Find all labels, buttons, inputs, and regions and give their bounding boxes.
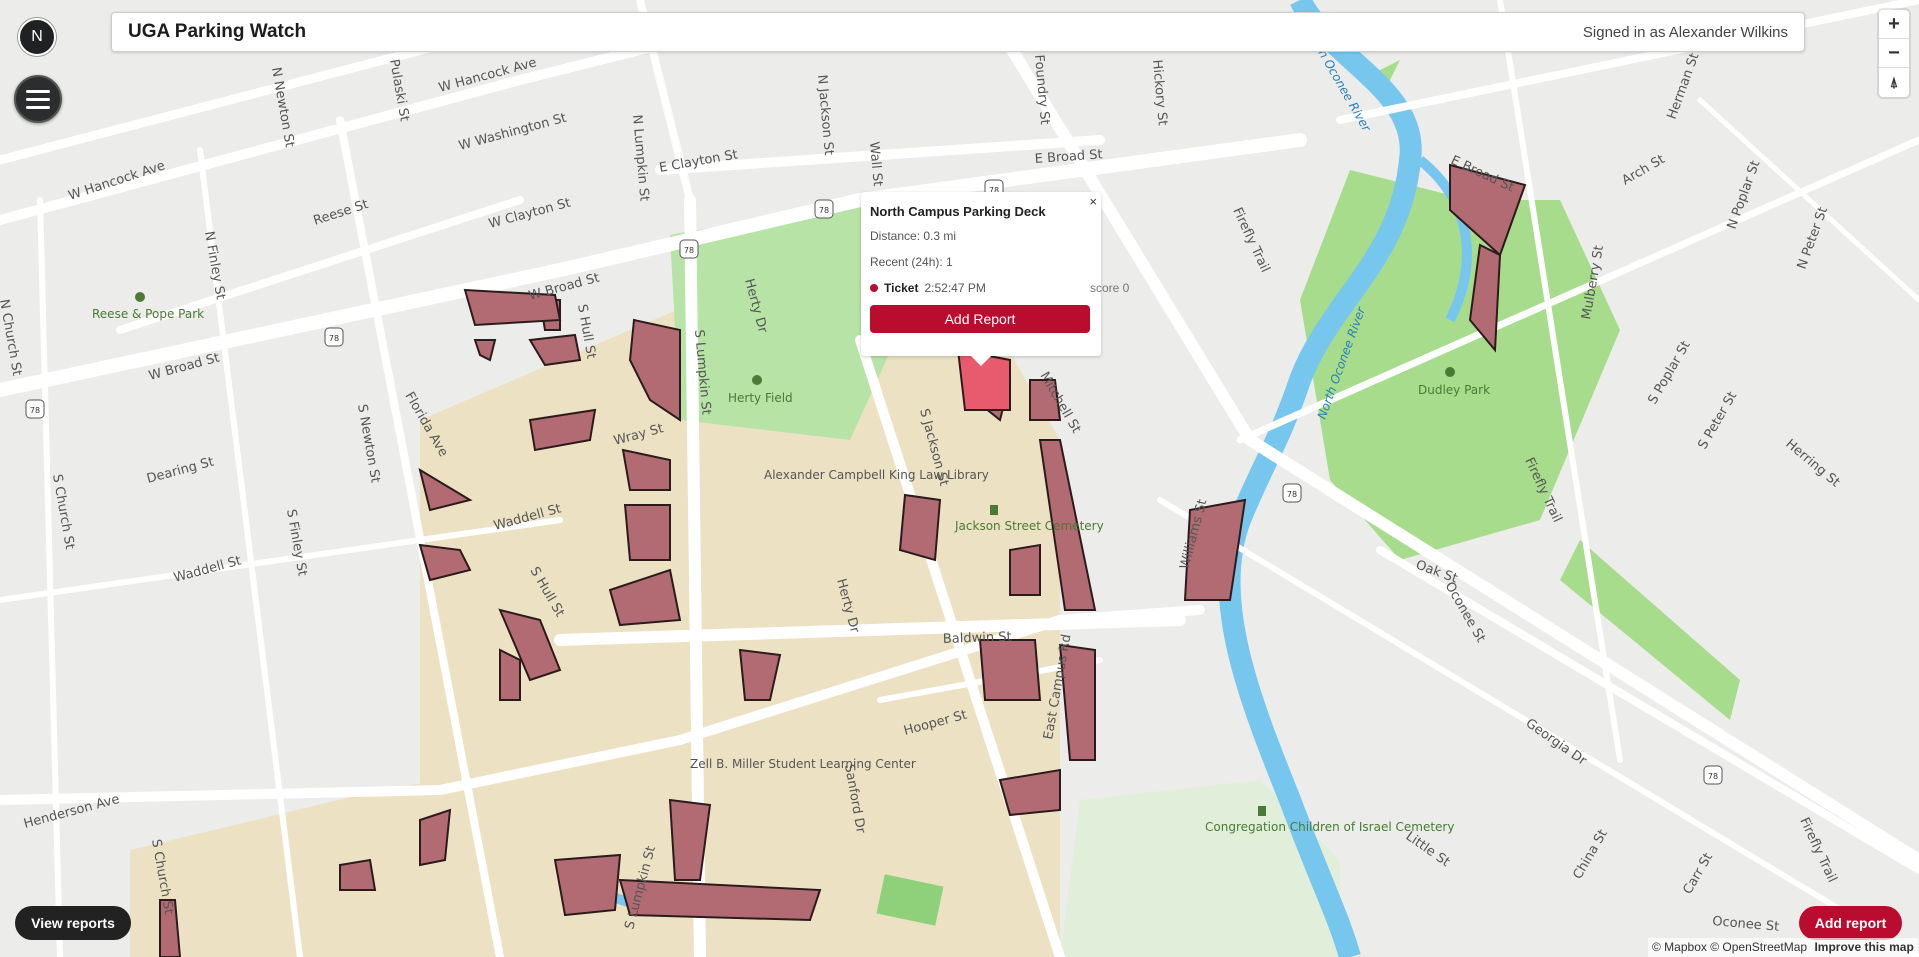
street-label: Baldwin St [943, 630, 1012, 647]
zoom-controls: + − ⍋ [1879, 10, 1909, 97]
app-logo-button[interactable]: N [18, 18, 56, 56]
place-label: Zell B. Miller Student Learning Center [690, 757, 916, 771]
parking-lot[interactable] [1009, 543, 1041, 596]
parking-lot[interactable] [419, 808, 452, 867]
parking-lot[interactable] [978, 639, 1042, 701]
map-canvas[interactable]: 78 78 78 78 78 78 78 W Hancock Ave W Was… [0, 0, 1919, 957]
lot-popup: × North Campus Parking Deck Distance: 0.… [861, 192, 1129, 366]
logo-letter: N [31, 28, 43, 45]
improve-map-link[interactable]: Improve this map [1814, 940, 1913, 954]
park-label: Dudley Park [1418, 383, 1490, 397]
svg-text:78: 78 [819, 206, 829, 215]
popup-recent-count: Recent (24h): 1 [870, 255, 953, 269]
close-icon[interactable]: × [1089, 194, 1097, 209]
map-svg[interactable]: 78 78 78 78 78 78 78 W Hancock Ave W Was… [0, 0, 1919, 957]
attribution-mapbox[interactable]: © Mapbox [1652, 940, 1707, 954]
compass-reset-button[interactable]: ⍋ [1879, 68, 1909, 97]
parking-lot[interactable] [499, 648, 521, 701]
menu-button[interactable] [14, 75, 62, 123]
attribution-osm[interactable]: © OpenStreetMap [1710, 940, 1807, 954]
park-icon [752, 375, 762, 385]
hamburger-icon-line [26, 97, 50, 101]
app-title: UGA Parking Watch [128, 21, 307, 42]
popup-distance: Distance: 0.3 mi [870, 229, 957, 243]
top-bar: UGA Parking Watch Signed in as Alexander… [111, 12, 1805, 52]
parking-lot[interactable] [898, 493, 942, 562]
svg-text:78: 78 [1287, 490, 1297, 499]
park-icon [1445, 367, 1455, 377]
cemetery-icon [990, 505, 998, 515]
hamburger-icon-line [26, 105, 50, 109]
zoom-in-button[interactable]: + [1879, 10, 1909, 39]
park-label: Reese & Pope Park [92, 307, 204, 321]
place-label: Alexander Campbell King Law Library [764, 468, 989, 482]
parking-lot[interactable] [553, 853, 622, 917]
parking-lot[interactable] [339, 858, 377, 891]
popup-add-report-button[interactable]: Add Report [870, 305, 1090, 333]
add-report-button[interactable]: Add report [1799, 906, 1902, 940]
map-attribution: © Mapbox © OpenStreetMap Improve this ma… [1648, 938, 1918, 957]
cemetery-icon [1258, 806, 1266, 816]
view-reports-button[interactable]: View reports [15, 906, 131, 940]
report-score: score 0 [1090, 281, 1130, 295]
report-type: Ticket [884, 281, 919, 295]
popup-title: North Campus Parking Deck [870, 204, 1046, 219]
svg-text:78: 78 [30, 406, 40, 415]
svg-text:78: 78 [684, 246, 694, 255]
status-dot-icon [870, 284, 878, 292]
svg-text:78: 78 [1708, 772, 1718, 781]
park-label: Congregation Children of Israel Cemetery [1205, 820, 1454, 834]
report-entry: Ticket 2:52:47 PM score 0 [870, 281, 1129, 295]
zoom-out-button[interactable]: − [1879, 39, 1909, 68]
report-time: 2:52:47 PM [924, 281, 986, 295]
park-label: Jackson Street Cemetery [954, 519, 1104, 533]
park-label: Herty Field [728, 391, 793, 405]
park-icon [135, 292, 145, 302]
signed-in-status: Signed in as Alexander Wilkins [1582, 23, 1788, 41]
svg-text:78: 78 [329, 334, 339, 343]
parking-lot[interactable] [623, 504, 671, 561]
hamburger-icon-line [26, 89, 50, 93]
